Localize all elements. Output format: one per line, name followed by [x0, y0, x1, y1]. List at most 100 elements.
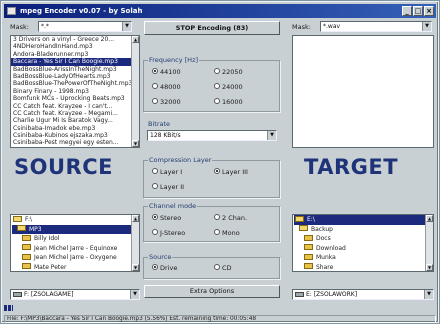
close-button[interactable]: × [424, 6, 434, 16]
channel-radio-jstereo[interactable]: J-Stereo [152, 229, 185, 237]
target-file-list[interactable] [292, 35, 434, 148]
file-list-item[interactable]: 3 Drivers on a vinyl - Greece 20... [11, 36, 139, 43]
target-dir-tree[interactable]: E:\ Backup Docs Download Munka Share ▲ ▼ [292, 214, 434, 272]
layer-radio-2[interactable]: Layer II [152, 183, 184, 191]
folder-icon [304, 244, 313, 250]
freq-radio-16000[interactable]: 16000 [214, 98, 243, 106]
stop-encoding-button[interactable]: STOP Encoding (83) [144, 21, 280, 35]
radio-indicator [152, 168, 158, 174]
file-list-item[interactable]: Baccara - Yes Sir I Can Boogie.mp3 [11, 58, 139, 66]
source-radio-drive[interactable]: Drive [152, 264, 177, 272]
radio-indicator [214, 83, 220, 89]
channel-radio-mono[interactable]: Mono [214, 229, 240, 237]
bitrate-title: Bitrate [148, 120, 171, 128]
source-dir-scrollbar[interactable]: ▲ ▼ [131, 215, 139, 271]
file-list-item[interactable]: Csinibaba-Kubinos ejszaka.mp3 [11, 132, 139, 139]
chevron-down-icon[interactable]: ▼ [267, 131, 276, 140]
file-list-item[interactable]: CC Catch feat. Krayzee - Megami... [11, 110, 139, 117]
file-list-item[interactable]: CC Catch feat. Krayzee - I can't... [11, 103, 139, 110]
source-dir-tree[interactable]: F:\ MP3 Billy Idol Jean Michel Jarre - Equi… [10, 214, 140, 272]
title-bar[interactable]: mpeg Encoder v0.07 - by Solah _ □ × [4, 4, 436, 18]
extra-options-button[interactable]: Extra Options [144, 285, 280, 298]
dir-tree-item[interactable]: Backup [294, 225, 433, 235]
file-list-item[interactable]: Csinibaba-Imadok ebe.mp3 [11, 125, 139, 132]
file-list-item[interactable]: BadBossBlue-ThePowerOfTheNight.mp3 [11, 80, 139, 87]
dir-tree-item[interactable]: E:\ [294, 215, 433, 225]
freq-radio-22050[interactable]: 22050 [214, 68, 243, 76]
source-radio-cd[interactable]: CD [214, 264, 232, 272]
dir-label: Billy Idol [34, 235, 60, 242]
target-mask-select[interactable]: *.wav ▼ [320, 21, 432, 32]
layer-radio-3[interactable]: Layer III [214, 168, 248, 176]
file-list-item[interactable]: BadBossBlue-ArissInTheNight.mp3 [11, 66, 139, 73]
scroll-down-icon[interactable]: ▼ [132, 264, 139, 271]
source-drive-select[interactable]: F: [ZSOLAGAME] ▼ [10, 289, 140, 300]
app-window: mpeg Encoder v0.07 - by Solah _ □ × Mask… [1, 1, 439, 323]
dir-tree-item[interactable]: MP3 [12, 224, 139, 234]
dir-tree-item[interactable]: Billy Idol [12, 234, 139, 244]
dir-tree-item[interactable]: Share [294, 263, 433, 272]
status-bar: File: F:\MP3\Baccara - Yes Sir I Can Boo… [4, 315, 436, 323]
scroll-up-icon[interactable]: ▲ [132, 36, 139, 43]
dir-tree-item[interactable]: Docs [294, 234, 433, 244]
encoding-progress-bar [4, 305, 436, 311]
dir-tree-item[interactable]: Munka [294, 253, 433, 263]
scroll-down-icon[interactable]: ▼ [132, 140, 139, 147]
folder-icon [304, 263, 313, 269]
target-drive-value: E: [ZSOLAWORK] [306, 291, 358, 298]
source-type-title: Source [148, 253, 173, 261]
radio-indicator [152, 68, 158, 74]
radio-indicator [214, 214, 220, 220]
freq-radio-24000[interactable]: 24000 [214, 83, 243, 91]
chevron-down-icon[interactable]: ▼ [122, 22, 131, 31]
bitrate-value: 128 KBit/s [150, 132, 181, 139]
dir-tree-item[interactable]: Jean Michel Jarre - Equinoxe [12, 244, 139, 254]
dir-label: Share [316, 263, 334, 271]
radio-indicator [152, 183, 158, 189]
scroll-up-icon[interactable]: ▲ [132, 215, 139, 222]
source-file-scrollbar[interactable]: ▲ ▼ [131, 36, 139, 147]
file-list-item[interactable]: Andora-Bladerunner.mp3 [11, 51, 139, 58]
target-drive-select[interactable]: E: [ZSOLAWORK] ▼ [292, 289, 434, 300]
folder-icon [295, 215, 304, 222]
bitrate-select[interactable]: 128 KBit/s ▼ [147, 130, 277, 141]
radio-indicator [214, 168, 220, 174]
freq-radio-44100[interactable]: 44100 [152, 68, 181, 76]
scroll-down-icon[interactable]: ▼ [426, 264, 433, 271]
channel-radio-2chan[interactable]: 2 Chan. [214, 214, 247, 222]
maximize-button[interactable]: □ [413, 6, 423, 16]
dir-label: Download [316, 244, 346, 252]
folder-icon [13, 215, 22, 222]
chevron-down-icon[interactable]: ▼ [422, 22, 431, 31]
file-list-item[interactable]: Csinibaba-Pest megyei egy esten... [11, 139, 139, 146]
file-list-item[interactable]: BadBossBlue-LadyOfHearts.mp3 [11, 73, 139, 80]
dir-tree-item[interactable]: Mate Peter [12, 263, 139, 272]
drive-icon [295, 292, 304, 297]
channel-radio-stereo[interactable]: Stereo [152, 214, 181, 222]
file-list-item[interactable]: 4NDHeroHandInHand.mp3 [11, 43, 139, 50]
source-heading: SOURCE [14, 155, 113, 179]
scroll-up-icon[interactable]: ▲ [426, 215, 433, 222]
source-mask-select[interactable]: *.* ▼ [38, 21, 132, 32]
source-file-list[interactable]: 3 Drivers on a vinyl - Greece 20... 4NDHe… [10, 35, 140, 148]
dir-tree-item[interactable]: Download [294, 244, 433, 254]
radio-indicator [152, 214, 158, 220]
source-mask-label: Mask: [10, 23, 29, 31]
target-dir-scrollbar[interactable]: ▲ ▼ [425, 215, 433, 271]
file-list-item[interactable]: Charlie Ugur Mi Is Baratok Vagy... [11, 117, 139, 124]
freq-radio-48000[interactable]: 48000 [152, 83, 181, 91]
dir-label: Munka [316, 254, 336, 261]
file-list-item[interactable]: Binary Finary - 1998.mp3 [11, 88, 139, 95]
dir-tree-item[interactable]: F:\ [12, 215, 139, 225]
chevron-down-icon[interactable]: ▼ [424, 290, 433, 299]
source-drive-value: F: [ZSOLAGAME] [24, 291, 74, 298]
file-list-item[interactable]: Bomfunk MCs - Uprocking Beats.mp3 [11, 95, 139, 102]
freq-radio-32000[interactable]: 32000 [152, 98, 181, 106]
folder-icon [304, 253, 313, 260]
source-mask-value: *.* [41, 23, 49, 30]
minimize-button[interactable]: _ [402, 6, 412, 16]
layer-radio-1[interactable]: Layer I [152, 168, 182, 176]
dir-tree-item[interactable]: Jean Michel Jarre - Oxygene [12, 253, 139, 263]
compression-group: Compression Layer [143, 156, 280, 198]
chevron-down-icon[interactable]: ▼ [130, 290, 139, 299]
